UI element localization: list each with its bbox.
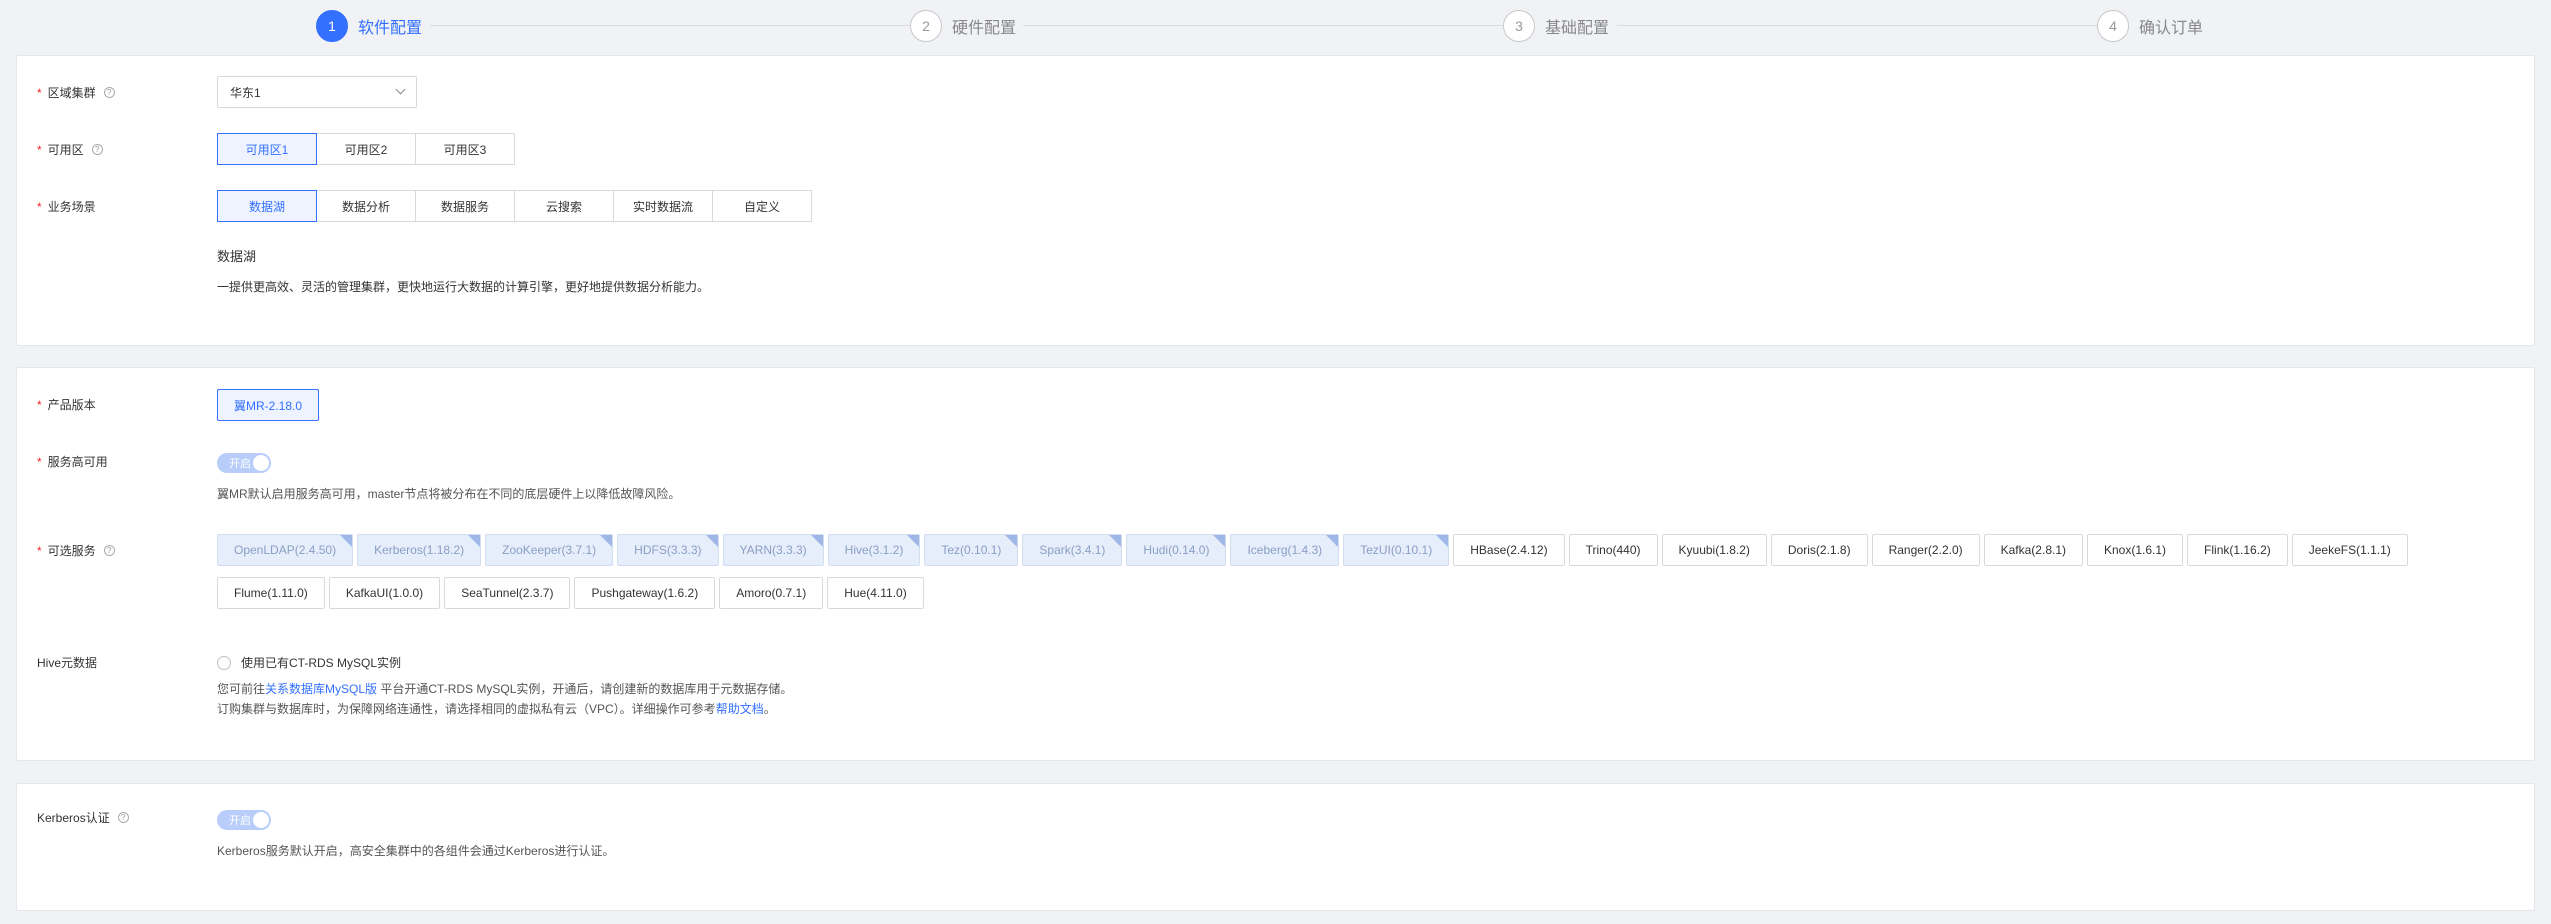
step-connector [1617,25,2097,26]
mysql-link[interactable]: 关系数据库MySQL版 [265,682,377,696]
scenario-option-realtime-stream[interactable]: 实时数据流 [613,190,713,222]
toggle-text: 开启 [229,458,251,470]
scenario-selector: 数据湖 数据分析 数据服务 云搜索 实时数据流 自定义 [217,190,812,222]
service-option[interactable]: Kafka(2.8.1) [1983,534,2083,566]
step-number: 1 [316,10,348,42]
hive-hint-line-2: 订购集群与数据库时，为保障网络连通性，请选择相同的虚拟私有云（VPC）。详细操作… [217,702,776,716]
ha-description: 翼MR默认启用服务高可用，master节点将被分布在不同的底层硬件上以降低故障风… [217,487,681,501]
toggle-knob [253,812,269,828]
service-option[interactable]: Trino(440) [1568,534,1658,566]
kerberos-label: Kerberos认证? [37,809,129,826]
step-connector [1023,25,1503,26]
service-option[interactable]: SeaTunnel(2.3.7) [444,577,571,609]
hive-metadata-label: Hive元数据 [37,656,98,670]
radio-label: 使用已有CT-RDS MySQL实例 [241,656,402,670]
kerberos-card: Kerberos认证? 开启 Kerberos服务默认开启，高安全集群中的各组件… [16,783,2535,911]
step-basic-config[interactable]: 3 基础配置 [1503,10,1609,42]
service-option: OpenLDAP(2.4.50) [217,534,354,566]
scenario-title: 数据湖 [217,249,257,264]
help-icon[interactable]: ? [103,545,115,556]
service-option: Hudi(0.14.0) [1126,534,1227,566]
step-connector [430,25,910,26]
region-cluster-select[interactable]: 华东1 [217,76,417,108]
service-option: Kerberos(1.18.2) [357,534,482,566]
help-icon[interactable]: ? [117,812,129,823]
scenario-description: 一提供更高效、灵活的管理集群，更快地运行大数据的计算引擎，更好地提供数据分析能力… [217,280,710,294]
optional-services-label: * 可选服务? [37,542,115,559]
zone-selector: 可用区1 可用区2 可用区3 [217,133,515,165]
zone-option-2[interactable]: 可用区2 [316,133,416,165]
product-services-card: * 产品版本 翼MR-2.18.0 * 服务高可用 开启 翼MR默认启用服务高可用，… [16,367,2535,761]
services-row-2: Flume(1.11.0) KafkaUI(1.0.0) SeaTunnel(2.3… [217,577,928,609]
scenario-option-data-service[interactable]: 数据服务 [415,190,515,222]
product-version-option[interactable]: 翼MR-2.18.0 [217,389,320,421]
step-number: 3 [1503,10,1535,42]
ha-toggle[interactable]: 开启 [217,453,271,473]
zone-option-1[interactable]: 可用区1 [217,133,317,165]
step-hardware-config[interactable]: 2 硬件配置 [910,10,1016,42]
product-version-label: * 产品版本 [37,397,96,413]
chevron-down-icon [395,84,406,95]
service-option[interactable]: Knox(1.6.1) [2087,534,2184,566]
step-label: 确认订单 [2139,20,2204,37]
step-software-config[interactable]: 1 软件配置 [316,10,422,42]
step-label: 基础配置 [1545,20,1610,37]
select-value: 华东1 [230,85,261,100]
hive-hint-line-1: 您可前往关系数据库MySQL版 平台开通CT-RDS MySQL实例，开通后，请… [217,682,793,696]
kerberos-toggle[interactable]: 开启 [217,810,271,830]
scenario-option-cloud-search[interactable]: 云搜索 [514,190,614,222]
zone-option-3[interactable]: 可用区3 [415,133,515,165]
toggle-knob [253,455,269,471]
help-doc-link[interactable]: 帮助文档 [716,702,764,716]
service-option[interactable]: Doris(2.1.8) [1770,534,1868,566]
step-number: 4 [2097,10,2129,42]
scenario-option-custom[interactable]: 自定义 [712,190,812,222]
service-option: Iceberg(1.4.3) [1230,534,1340,566]
radio-circle [217,655,231,670]
service-option: YARN(3.3.3) [722,534,824,566]
step-label: 软件配置 [358,20,423,37]
step-number: 2 [910,10,942,42]
service-option: HDFS(3.3.3) [617,534,719,566]
ha-label: * 服务高可用 [37,454,108,470]
service-option[interactable]: Kyuubi(1.8.2) [1661,534,1767,566]
use-existing-rds-radio[interactable]: 使用已有CT-RDS MySQL实例 [217,654,401,671]
region-cluster-label: * 区域集群? [37,84,115,101]
service-option[interactable]: Flume(1.11.0) [217,577,325,609]
service-option: Spark(3.4.1) [1022,534,1123,566]
region-scenario-card: * 区域集群? 华东1 * 可用区? 可用区1 可用区2 可用区3 * 业务场景 数据… [16,55,2535,346]
service-option[interactable]: Amoro(0.7.1) [719,577,824,609]
scenario-option-data-lake[interactable]: 数据湖 [217,190,317,222]
toggle-text: 开启 [229,815,251,827]
service-option[interactable]: KafkaUI(1.0.0) [328,577,441,609]
service-option: Tez(0.10.1) [924,534,1019,566]
zone-label: * 可用区? [37,141,103,158]
steps-bar: 1 软件配置 2 硬件配置 3 基础配置 4 确认订单 [0,0,2551,50]
service-option[interactable]: Ranger(2.2.0) [1871,534,1980,566]
service-option[interactable]: JeekeFS(1.1.1) [2291,534,2408,566]
service-option[interactable]: HBase(2.4.12) [1453,534,1565,566]
services-row-1: OpenLDAP(2.4.50) Kerberos(1.18.2) ZooKeepe… [217,534,2412,566]
service-option[interactable]: Pushgateway(1.6.2) [574,577,716,609]
scenario-option-data-analysis[interactable]: 数据分析 [316,190,416,222]
help-icon[interactable]: ? [103,87,115,98]
service-option: TezUI(0.10.1) [1343,534,1450,566]
scenario-label: * 业务场景 [37,199,96,215]
kerberos-description: Kerberos服务默认开启，高安全集群中的各组件会通过Kerberos进行认证… [217,844,615,858]
service-option: ZooKeeper(3.7.1) [485,534,614,566]
service-option[interactable]: Flink(1.16.2) [2187,534,2288,566]
service-option[interactable]: Hue(4.11.0) [827,577,924,609]
step-confirm-order[interactable]: 4 确认订单 [2097,10,2203,42]
help-icon[interactable]: ? [91,144,103,155]
service-option: Hive(3.1.2) [827,534,921,566]
step-label: 硬件配置 [952,20,1017,37]
